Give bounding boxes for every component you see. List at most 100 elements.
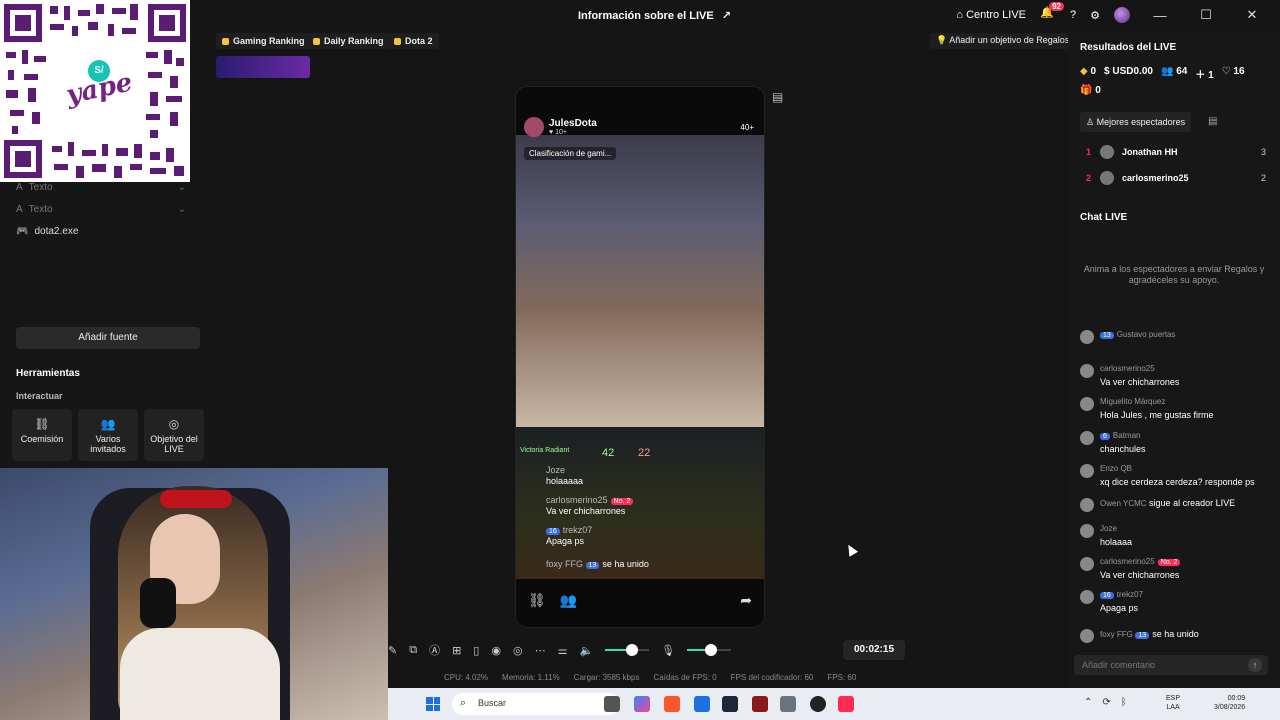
fps-stat: FPS: 60 [827,673,857,682]
windows-start-icon[interactable] [426,697,440,711]
mixer-icon[interactable]: ⚌ [558,644,568,657]
broadcast-controls: ✎ ⧉ Ⓐ ⊞ ▯ ◉ ◎ ⋯ ⚌ 🔈 🎙 [388,638,908,662]
users-icon: 👥 [100,417,116,431]
dota-chip[interactable]: Dota 2 [388,33,439,49]
chat-text: chanchules [1100,444,1146,454]
microphone-icon[interactable]: 🎙 [661,644,675,657]
tiktok-live-studio-window: Información sobre el LIVE ↗ ⌂ Centro LIV… [0,0,1280,720]
settings-icon[interactable] [780,696,796,712]
ranking-row[interactable]: 2 carlosmerino25 2 [1086,171,1266,185]
add-scene-icon[interactable]: ⊞ [452,644,461,657]
source-text-2[interactable]: A Texto ⌄ [16,204,186,215]
link-icon[interactable]: ⛓ [528,592,546,609]
record-icon[interactable]: ◉ [491,644,501,657]
ai-icon[interactable]: Ⓐ [429,642,440,658]
chevron-down-icon[interactable]: ⌄ [178,204,186,215]
store-icon[interactable] [694,696,710,712]
task-view-icon[interactable] [604,696,620,712]
best-viewers-button[interactable]: ♙ Mejores espectadores [1080,112,1192,132]
cpu-stat: CPU: 4.02% [444,673,489,682]
taskbar-search[interactable]: ⌕ Buscar [452,693,620,715]
minimize-button[interactable]: — [1144,8,1176,23]
magic-icon[interactable]: ✎ [388,644,397,657]
centro-live-button[interactable]: ⌂ Centro LIVE [956,9,1026,21]
chat-live-title: Chat LIVE [1080,212,1128,223]
status-bar: CPU: 4.02% Memoria: 1.11% Cargar: 3585 k… [444,673,856,682]
mic-slider[interactable] [687,644,732,656]
share-arrow-icon[interactable]: ➦ [740,592,752,609]
chip-label: Gaming Ranking [233,36,305,46]
avatar [1080,590,1094,604]
ranking-row[interactable]: 1 Jonathan HH 3 [1086,145,1266,159]
brave-icon[interactable] [664,696,680,712]
phone-icon[interactable]: ▯ [473,644,479,657]
maximize-button[interactable]: ☐ [1190,7,1222,23]
volume-knob[interactable] [625,644,638,656]
likes-value: 16 [1233,66,1245,77]
daily-ranking-chip[interactable]: Daily Ranking [307,33,390,49]
chevron-up-icon[interactable]: ⌃ [1084,697,1092,708]
body-shape [120,628,280,720]
game-category-icon [394,37,401,45]
heart-icon: ♡ [1221,66,1231,77]
live-stats-row: ◆ 0 $ USD0.00 👥 64 ＋ 1 ♡ 16 [1080,66,1245,81]
streamer-avatar [524,117,544,137]
dota-icon[interactable] [752,696,768,712]
users-icon[interactable]: 👥 [560,592,577,609]
close-button[interactable]: ✕ [1236,7,1268,23]
more-icon[interactable]: ⋯ [535,644,546,657]
chat-name: carlosmerino25 [546,495,608,505]
level-badge: 13 [1100,332,1114,339]
sync-icon[interactable]: ⟳ [1102,697,1110,708]
steam-icon[interactable] [722,696,738,712]
camera-feed-image [516,135,764,427]
source-game[interactable]: 🎮 dota2.exe [16,226,186,237]
gaming-ranking-chip[interactable]: Gaming Ranking [216,33,311,49]
live-results-title: Resultados del LIVE [1080,42,1177,53]
add-gift-goal-button[interactable]: 💡 Añadir un objetivo de Regalos [930,33,1076,49]
copilot-icon[interactable] [634,696,650,712]
chat-username: Miguelito Márquez [1100,397,1166,406]
rank-name: Jonathan HH [1122,147,1178,157]
tool-coemision[interactable]: ⛓ Coemisión [12,409,72,461]
chevron-down-icon[interactable]: ⌄ [178,182,186,193]
add-user-icon: ＋ [1195,70,1206,81]
overlay-chat-name: carlosmerino25 No. 2 [546,495,634,505]
tool-live-goal[interactable]: ◎ Objetivo del LIVE [144,409,204,461]
capture-icon[interactable]: ◎ [513,644,523,657]
speaker-icon[interactable]: 🔈 [579,644,593,657]
obs-icon[interactable] [810,696,826,712]
diamond-value: 0 [1090,66,1097,77]
source-text-1[interactable]: A Texto ⌄ [16,182,186,193]
level-badge: 13 [1135,632,1150,639]
send-icon[interactable]: ↑ [1248,658,1262,672]
viewers-value: 64 [1176,66,1188,77]
bluetooth-icon[interactable]: ᛒ [1121,697,1127,708]
language-indicator[interactable]: ESP LAA [1166,694,1180,712]
taskbar-clock[interactable]: 00:09 3/08/2026 [1214,694,1245,712]
gifts-value: 0 [1095,85,1101,96]
tool-multi-guest[interactable]: 👥 Varios invitados [78,409,138,461]
help-icon[interactable]: ? [1070,9,1076,21]
user-avatar[interactable] [1114,7,1130,23]
volume-slider[interactable] [605,644,650,656]
edit-layout-icon[interactable]: ▤ [772,90,783,104]
live-info-title[interactable]: Información sobre el LIVE ↗ [578,9,731,23]
add-source-button[interactable]: Añadir fuente [16,327,200,349]
list-icon[interactable]: ▤ [1208,116,1217,127]
live-info-label: Información sobre el LIVE [578,9,714,22]
crop-icon[interactable]: ⧉ [409,644,417,657]
chat-inline: foxy FFG 13 se ha unido [1100,629,1199,639]
mic-knob[interactable] [705,644,718,656]
settings-gear-icon[interactable]: ⚙ [1090,9,1100,22]
chat-username: Enzo QB [1100,464,1133,473]
bell-icon[interactable]: 🔔 92 [1040,2,1064,24]
usd-value: USD0.00 [1112,66,1153,77]
chat-username: trekz07 [1116,590,1144,599]
chip-label: Dota 2 [405,36,433,46]
comment-input[interactable]: Añadir comentario ↑ [1074,655,1268,675]
search-label: Buscar [478,698,507,708]
tiktok-live-icon[interactable] [838,696,854,712]
avatar [1080,629,1094,643]
event-banner[interactable] [216,56,310,78]
